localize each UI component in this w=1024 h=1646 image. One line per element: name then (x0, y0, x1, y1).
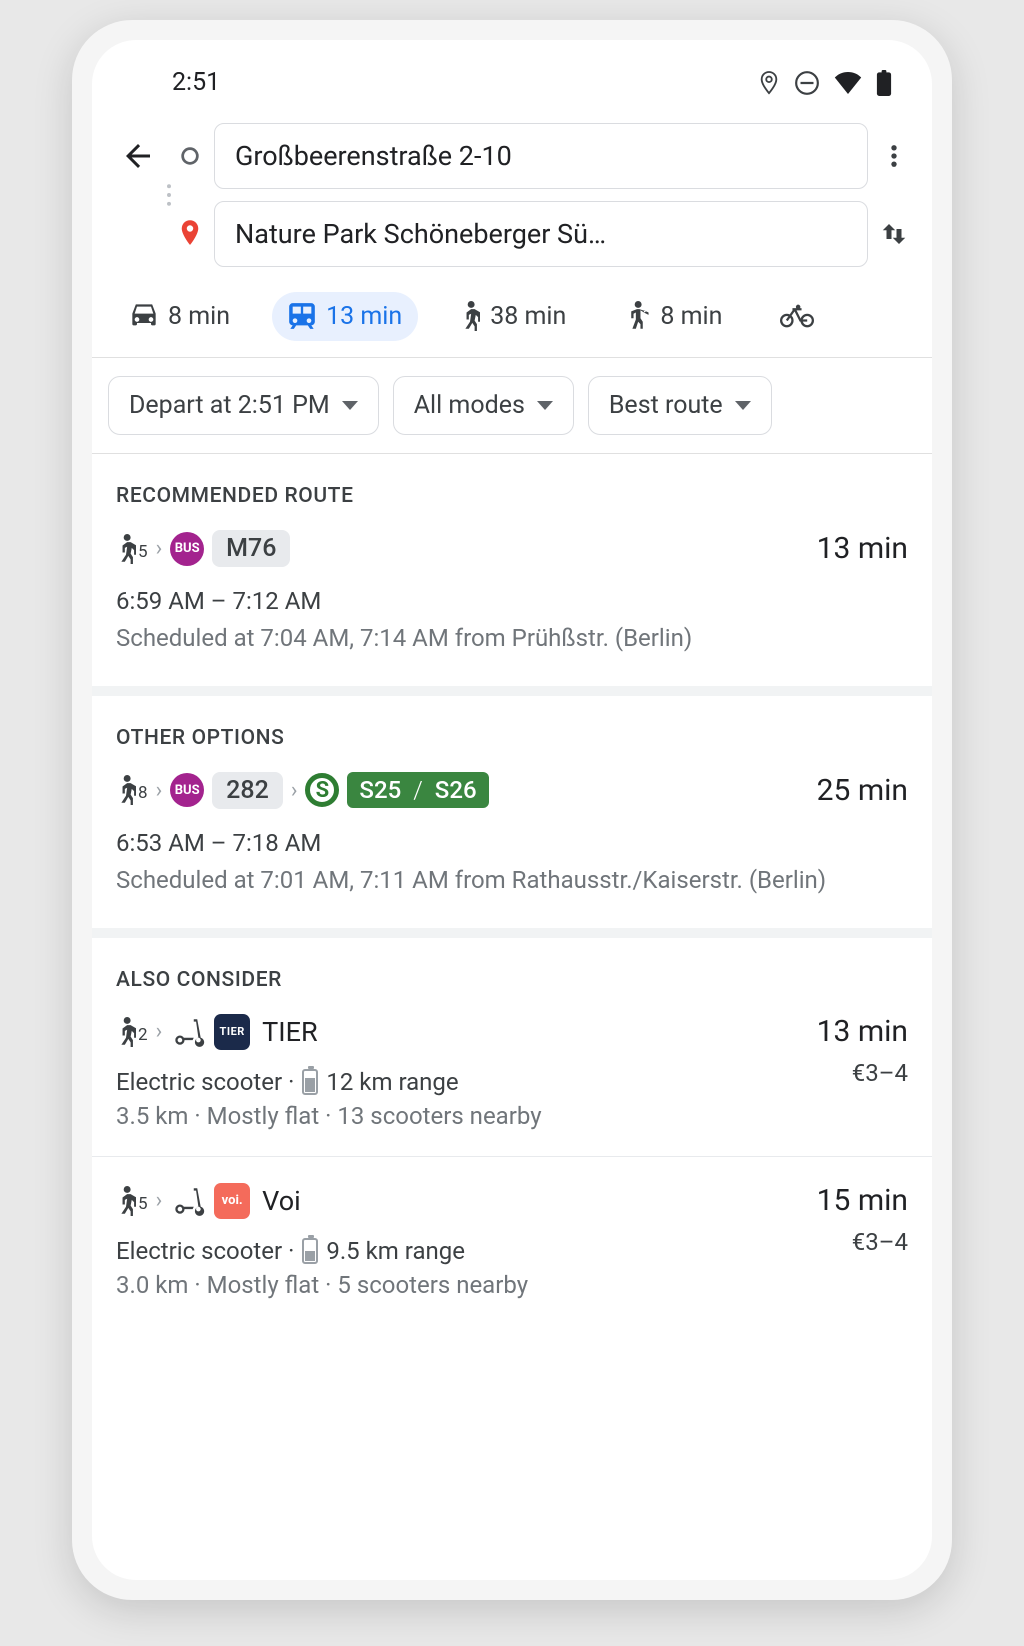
sort-label: Best route (609, 391, 723, 420)
walk-icon (116, 534, 136, 564)
route-other-1[interactable]: 8 › BUS 282 › S S25/S26 25 min 6:53 AM –… (92, 772, 932, 938)
origin-field[interactable]: Großbeerenstraße 2-10 (214, 123, 868, 189)
walk-segment: 5 (116, 1186, 148, 1216)
schedule-info: Scheduled at 7:04 AM, 7:14 AM from Prühß… (116, 621, 908, 656)
section-recommended: RECOMMENDED ROUTE (92, 454, 932, 530)
walk-segment: 2 (116, 1017, 148, 1047)
bus-icon: BUS (170, 773, 204, 807)
brand-name: Voi (262, 1185, 301, 1217)
bus-line-badge: 282 (212, 772, 283, 809)
sbahn-icon: S (305, 773, 339, 807)
route-duration: 13 min (817, 531, 908, 566)
status-icons (758, 70, 892, 96)
route-duration: 25 min (817, 773, 908, 808)
depart-time-chip[interactable]: Depart at 2:51 PM (108, 376, 379, 435)
chevron-icon: › (156, 778, 163, 803)
chevron-icon: › (291, 778, 298, 803)
route-tier[interactable]: 2 › TIER TIER 13 min Electric scooter · … (92, 1014, 932, 1157)
walk-icon (116, 775, 136, 805)
dnd-icon (794, 70, 820, 96)
scooter-range: 9.5 km range (326, 1237, 465, 1265)
depart-label: Depart at 2:51 PM (129, 391, 330, 420)
origin-marker-icon (172, 145, 208, 167)
route-duration: 13 min (817, 1014, 908, 1049)
location-icon (758, 70, 780, 96)
scooter-range: 12 km range (326, 1068, 458, 1096)
brand-name: TIER (262, 1016, 317, 1048)
time-window: 6:53 AM – 7:18 AM (116, 829, 908, 857)
sort-chip[interactable]: Best route (588, 376, 772, 435)
chevron-icon: › (156, 1019, 163, 1044)
sbahn-line-2: S26 (423, 772, 489, 808)
scooter-info: Electric scooter · 9.5 km range (116, 1237, 465, 1265)
time-window: 6:59 AM – 7:12 AM (116, 587, 908, 615)
directions-header: Großbeerenstraße 2-10 Nature Park Schöne… (92, 115, 932, 273)
battery-icon (302, 1069, 318, 1095)
mode-rideshare-duration: 8 min (660, 302, 722, 331)
chevron-icon: › (156, 536, 163, 561)
wifi-icon (834, 72, 862, 94)
swap-button[interactable] (874, 219, 914, 249)
destination-marker-icon (172, 220, 208, 248)
scooter-info: Electric scooter · 12 km range (116, 1068, 459, 1096)
walk-segment: 8 (116, 775, 148, 805)
section-also: ALSO CONSIDER (92, 938, 932, 1014)
route-duration: 15 min (817, 1183, 908, 1218)
overflow-menu-button[interactable] (874, 142, 914, 170)
route-voi[interactable]: 5 › voi. Voi 15 min Electric scooter · 9… (92, 1157, 932, 1325)
price-estimate: €3–4 (852, 1059, 908, 1087)
mode-car-duration: 8 min (168, 302, 230, 331)
status-bar: 2:51 (92, 40, 932, 115)
mode-walk-duration: 38 min (490, 302, 566, 331)
bus-icon: BUS (170, 532, 204, 566)
walk-minutes: 5 (138, 542, 148, 562)
mode-tab-transit[interactable]: 13 min (272, 292, 418, 341)
modes-filter-chip[interactable]: All modes (393, 376, 574, 435)
mode-tab-walking[interactable]: 38 min (444, 291, 582, 341)
mode-tab-cycling[interactable] (764, 294, 840, 338)
battery-icon (876, 70, 892, 96)
modes-label: All modes (414, 391, 525, 420)
route-meta: 3.0 km · Mostly flat · 5 scooters nearby (116, 1271, 908, 1299)
price-estimate: €3–4 (852, 1228, 908, 1256)
chevron-icon: › (156, 1188, 163, 1213)
walk-segment: 5 (116, 534, 148, 564)
filter-row: Depart at 2:51 PM All modes Best route (92, 358, 932, 454)
back-button[interactable] (110, 138, 166, 174)
walk-minutes: 5 (138, 1194, 148, 1214)
travel-mode-tabs: 8 min 13 min 38 min 8 min (92, 273, 932, 357)
sbahn-lines-badge: S25/S26 (347, 772, 488, 808)
route-recommended[interactable]: 5 › BUS M76 13 min 6:59 AM – 7:12 AM Sch… (92, 530, 932, 696)
walk-icon (116, 1186, 136, 1216)
walk-minutes: 2 (138, 1025, 148, 1045)
bus-line-badge: M76 (212, 530, 290, 567)
mode-tab-driving[interactable]: 8 min (114, 292, 246, 341)
tier-logo-icon: TIER (214, 1014, 250, 1050)
section-other: OTHER OPTIONS (92, 696, 932, 772)
mode-tab-rideshare[interactable]: 8 min (608, 291, 738, 341)
route-meta: 3.5 km · Mostly flat · 13 scooters nearb… (116, 1102, 908, 1130)
destination-field[interactable]: Nature Park Schöneberger Sü… (214, 201, 868, 267)
sbahn-line-1: S25 (347, 772, 413, 808)
status-time: 2:51 (172, 68, 220, 97)
walk-icon (116, 1017, 136, 1047)
scooter-icon (170, 1017, 206, 1047)
scooter-icon (170, 1186, 206, 1216)
walk-minutes: 8 (138, 783, 148, 803)
battery-icon (302, 1238, 318, 1264)
voi-logo-icon: voi. (214, 1183, 250, 1219)
mode-transit-duration: 13 min (326, 302, 402, 331)
schedule-info: Scheduled at 7:01 AM, 7:11 AM from Ratha… (116, 863, 908, 898)
